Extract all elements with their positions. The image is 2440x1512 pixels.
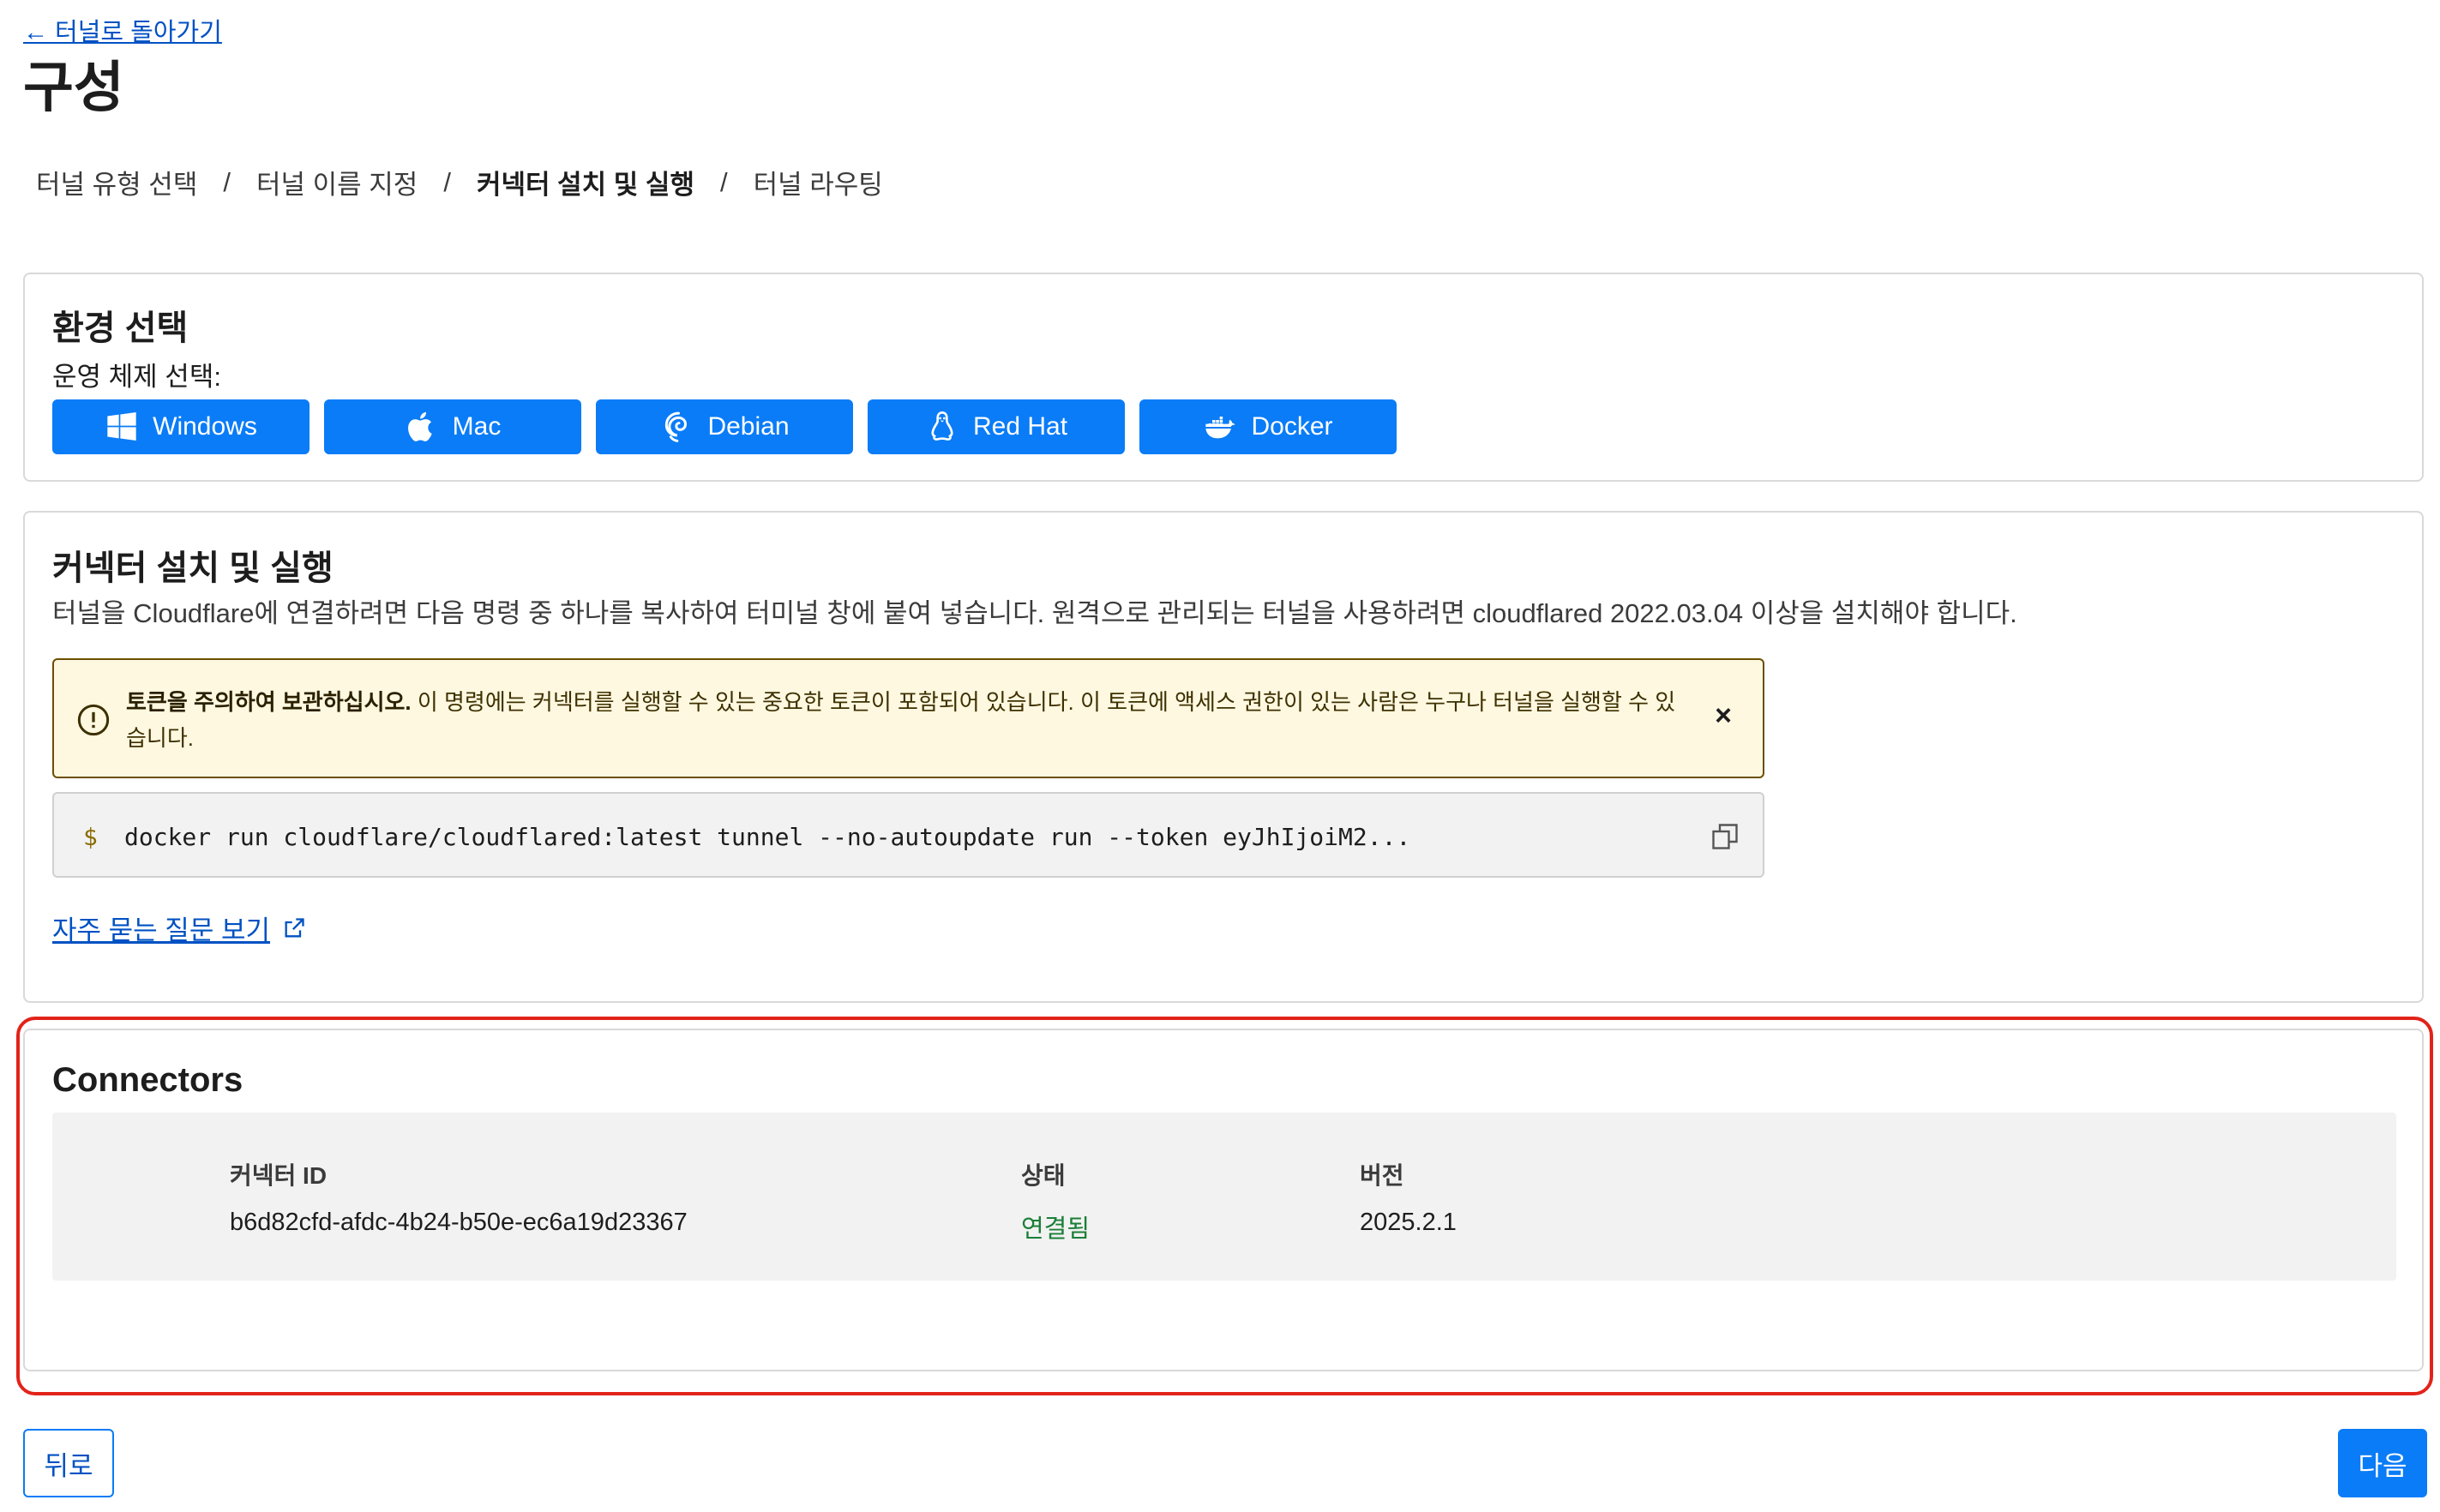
breadcrumb-separator: / xyxy=(223,166,231,197)
breadcrumb-separator: / xyxy=(443,166,451,197)
breadcrumb-separator: / xyxy=(719,166,728,197)
install-description: 터널을 Cloudflare에 연결하려면 다음 명령 중 하나를 복사하여 터… xyxy=(52,598,2017,628)
breadcrumb-step-route-tunnel: 터널 라우팅 xyxy=(753,170,883,200)
breadcrumb-step-install-connector: 커넥터 설치 및 실행 xyxy=(476,170,694,200)
docker-icon xyxy=(1205,417,1235,439)
back-button[interactable]: 뒤로 xyxy=(23,1429,114,1497)
install-heading: 커넥터 설치 및 실행 xyxy=(52,549,334,587)
install-connector-card: 커넥터 설치 및 실행 터널을 Cloudflare에 연결하려면 다음 명령 … xyxy=(23,511,2424,1003)
windows-icon xyxy=(107,412,136,441)
copy-icon[interactable] xyxy=(1710,821,1740,852)
os-button-mac[interactable]: Mac xyxy=(324,399,581,454)
back-to-tunnels-link[interactable]: ← 터널로 돌아가기 xyxy=(23,12,222,48)
os-button-windows[interactable]: Windows xyxy=(52,399,310,454)
apple-icon xyxy=(407,411,432,441)
warning-icon xyxy=(77,704,110,736)
column-header-version: 버전 xyxy=(1360,1162,1404,1189)
page-title: 구성 xyxy=(23,57,124,118)
warning-text: 토큰을 주의하여 보관하십시오. 이 명령에는 커넥터를 실행할 수 있는 중요… xyxy=(126,684,1695,756)
connectors-table: 커넥터 ID 상태 버전 b6d82cfd-afdc-4b24-b50e-ec6… xyxy=(52,1113,2396,1281)
os-button-docker[interactable]: Docker xyxy=(1139,399,1397,454)
environment-heading: 환경 선택 xyxy=(52,309,189,347)
os-button-label: Debian xyxy=(707,412,790,441)
command-box: $ docker run cloudflare/cloudflared:late… xyxy=(52,792,1764,878)
os-button-redhat[interactable]: Red Hat xyxy=(868,399,1125,454)
debian-icon xyxy=(665,411,688,442)
linux-icon xyxy=(931,411,953,441)
external-link-icon xyxy=(285,917,304,937)
connector-id-cell: b6d82cfd-afdc-4b24-b50e-ec6a19d23367 xyxy=(230,1209,688,1236)
column-header-status: 상태 xyxy=(1021,1162,1066,1189)
connector-version-cell: 2025.2.1 xyxy=(1360,1209,1457,1236)
breadcrumb-step-select-type: 터널 유형 선택 xyxy=(36,170,198,200)
column-header-connector-id: 커넥터 ID xyxy=(230,1162,328,1189)
faq-link[interactable]: 자주 묻는 질문 보기 xyxy=(52,909,306,947)
os-button-debian[interactable]: Debian xyxy=(596,399,853,454)
warning-bold-text: 토큰을 주의하여 보관하십시오. xyxy=(126,689,412,715)
connectors-card: Connectors 커넥터 ID 상태 버전 b6d82cfd-afdc-4b… xyxy=(23,1029,2424,1371)
install-command[interactable]: docker run cloudflare/cloudflared:latest… xyxy=(124,823,1410,851)
os-select-label: 운영 체제 선택: xyxy=(52,362,221,392)
connectors-heading: Connectors xyxy=(52,1061,243,1099)
close-icon[interactable]: × xyxy=(1715,699,1732,733)
os-button-label: Mac xyxy=(452,412,502,441)
faq-link-label: 자주 묻는 질문 보기 xyxy=(52,915,270,945)
breadcrumb-step-name-tunnel: 터널 이름 지정 xyxy=(255,170,418,200)
os-button-label: Red Hat xyxy=(972,412,1068,441)
command-prompt: $ xyxy=(83,823,98,851)
connector-status-cell: 연결됨 xyxy=(1021,1215,1091,1243)
os-button-label: Windows xyxy=(153,412,257,441)
token-warning-banner: 토큰을 주의하여 보관하십시오. 이 명령에는 커넥터를 실행할 수 있는 중요… xyxy=(52,658,1764,778)
os-button-label: Docker xyxy=(1251,412,1333,441)
environment-card: 환경 선택 운영 체제 선택: Windows Mac Debian Red H… xyxy=(23,273,2424,482)
breadcrumb: 터널 유형 선택 / 터널 이름 지정 / 커넥터 설치 및 실행 / 터널 라… xyxy=(36,163,883,201)
os-button-group: Windows Mac Debian Red Hat Docker xyxy=(52,399,1397,454)
next-button[interactable]: 다음 xyxy=(2338,1429,2427,1497)
